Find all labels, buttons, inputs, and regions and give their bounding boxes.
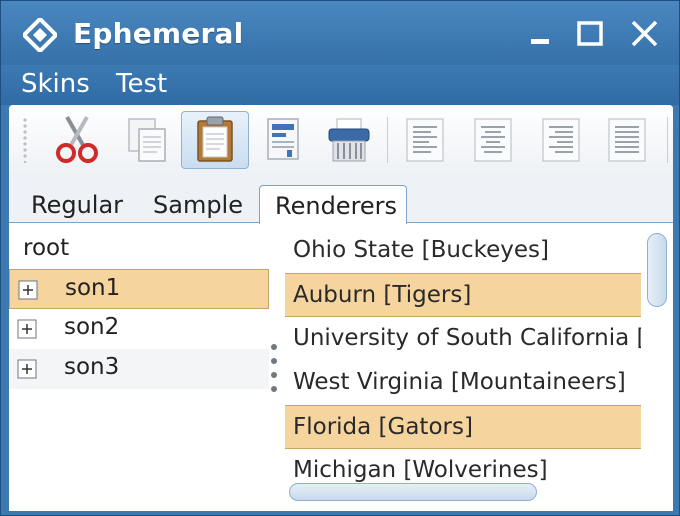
tree-node-label: son2 <box>64 314 120 340</box>
app-window: Ephemeral Skins Test Regular Sample Rend… <box>0 0 680 516</box>
document-button[interactable] <box>249 111 317 169</box>
split-pane-handle-icon[interactable] <box>269 341 279 395</box>
expand-plus-icon[interactable] <box>18 280 38 300</box>
copy-button[interactable] <box>113 111 181 169</box>
align-right-button[interactable] <box>527 111 595 169</box>
horizontal-scrollbar-thumb[interactable] <box>289 483 537 501</box>
align-center-button[interactable] <box>459 111 527 169</box>
tree-root-label[interactable]: root <box>23 235 69 261</box>
scissors-cut-icon <box>56 116 98 163</box>
tab-sample[interactable]: Sample <box>141 185 255 223</box>
list-item[interactable]: Auburn [Tigers] <box>285 273 641 317</box>
list-item-text: Ohio State [Buckeyes] <box>293 237 549 263</box>
align-justify-icon <box>608 118 646 162</box>
minimize-icon[interactable] <box>525 17 559 51</box>
list-item-text: Michigan [Wolverines] <box>293 457 548 483</box>
expand-plus-icon[interactable] <box>17 359 37 379</box>
toolbar-separator <box>667 117 668 163</box>
align-justify-button[interactable] <box>593 111 661 169</box>
list-item[interactable]: West Virginia [Mountaineers] <box>285 361 641 405</box>
list-item[interactable]: Ohio State [Buckeyes] <box>285 229 641 273</box>
shred-button[interactable] <box>315 111 383 169</box>
tree-node[interactable]: son1 <box>9 269 269 309</box>
content-panel: Regular Sample Renderers root son1 son2 … <box>9 105 673 511</box>
toolbar-separator <box>387 117 388 163</box>
tree-node-label: son1 <box>65 275 121 301</box>
expand-plus-icon[interactable] <box>17 319 37 339</box>
vertical-scrollbar-thumb[interactable] <box>647 233 667 307</box>
window-title: Ephemeral <box>73 17 244 50</box>
shredder-icon <box>328 118 370 162</box>
maximize-icon[interactable] <box>573 17 607 51</box>
list-item-text: Florida [Gators] <box>293 414 473 440</box>
list-item-text: West Virginia [Mountaineers] <box>293 369 626 395</box>
align-center-icon <box>474 118 512 162</box>
menu-test[interactable]: Test <box>116 69 167 99</box>
clipboard-paste-icon <box>197 116 233 162</box>
tree-node-label: son3 <box>64 354 120 380</box>
list-item-text: University of South California [Trojans] <box>293 325 641 351</box>
list-item[interactable]: Florida [Gators] <box>285 405 641 449</box>
menu-bar: Skins Test <box>1 65 679 105</box>
tab-renderers[interactable]: Renderers <box>259 185 407 224</box>
tree-node[interactable]: son3 <box>9 349 269 389</box>
toolbar-grip-icon[interactable] <box>21 117 29 163</box>
list-item[interactable]: University of South California [Trojans] <box>285 317 641 361</box>
diamond-logo-icon <box>23 18 57 52</box>
tab-regular[interactable]: Regular <box>19 185 135 223</box>
paste-button[interactable] <box>181 111 249 169</box>
toolbar <box>9 105 673 175</box>
list-view: Ohio State [Buckeyes] Auburn [Tigers] Un… <box>285 229 641 511</box>
list-item-text: Auburn [Tigers] <box>293 282 472 308</box>
tab-bar: Regular Sample Renderers <box>9 175 673 224</box>
align-right-icon <box>542 118 580 162</box>
close-icon[interactable] <box>627 17 661 51</box>
menu-skins[interactable]: Skins <box>21 69 90 99</box>
copy-icon <box>128 118 166 162</box>
tree-node[interactable]: son2 <box>9 309 269 349</box>
cut-button[interactable] <box>43 111 111 169</box>
title-bar[interactable]: Ephemeral <box>1 1 679 67</box>
align-left-button[interactable] <box>391 111 459 169</box>
align-left-icon <box>406 118 444 162</box>
document-icon <box>267 118 299 160</box>
tree-view: root son1 son2 son3 <box>9 229 271 511</box>
